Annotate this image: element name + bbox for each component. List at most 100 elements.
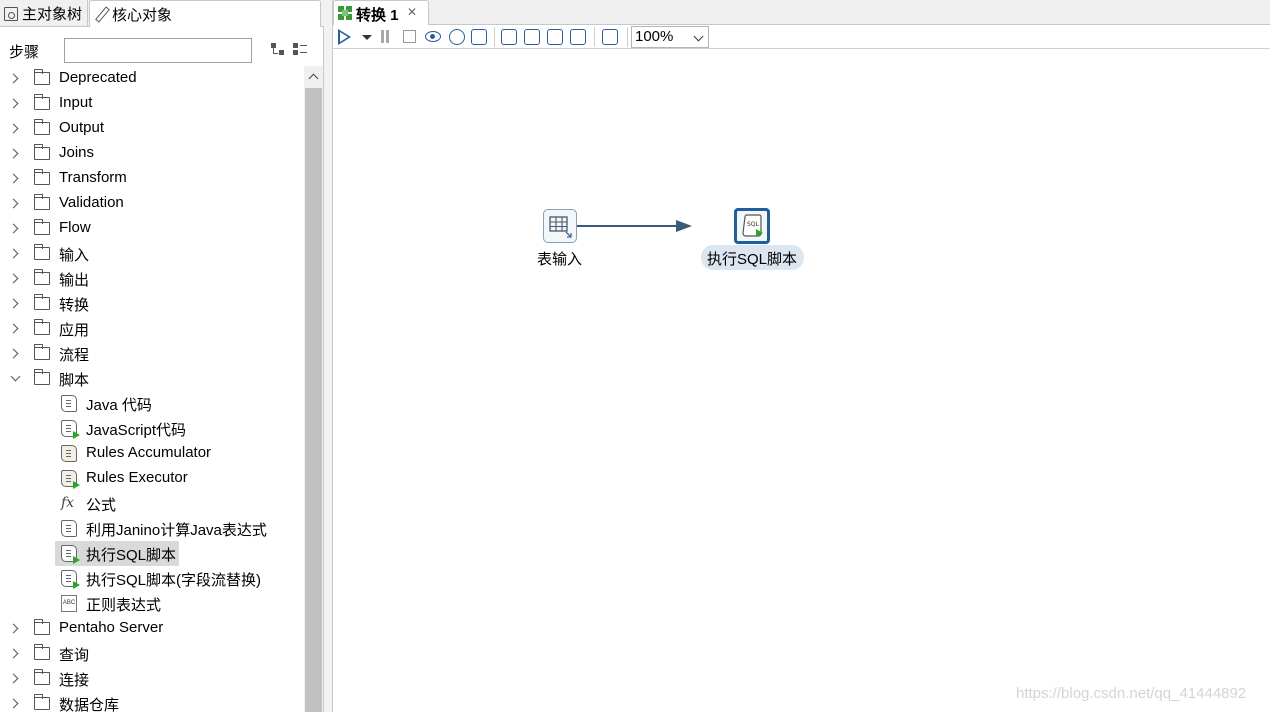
tree-folder[interactable]: Validation bbox=[0, 191, 304, 216]
stop-icon[interactable] bbox=[403, 30, 416, 43]
show-results-icon[interactable] bbox=[602, 29, 618, 45]
verify-icon[interactable] bbox=[501, 29, 517, 45]
impact-analysis-icon[interactable] bbox=[524, 29, 540, 45]
tree-folder[interactable]: 流程 bbox=[0, 341, 304, 366]
tree-item-label: 应用 bbox=[59, 322, 90, 339]
tree-item-label: 执行SQL脚本 bbox=[86, 547, 177, 564]
tree-scrollbar[interactable] bbox=[304, 66, 323, 712]
scroll-icon bbox=[61, 520, 77, 537]
steps-label: 步骤 bbox=[9, 44, 40, 61]
tree-folder[interactable]: 查询 bbox=[0, 641, 304, 666]
chevron-right-icon[interactable] bbox=[10, 249, 20, 259]
folder-icon bbox=[33, 294, 50, 310]
tree-folder[interactable]: Input bbox=[0, 91, 304, 116]
tree-folder[interactable]: 连接 bbox=[0, 666, 304, 691]
tree-step-item[interactable]: Java 代码 bbox=[0, 391, 304, 416]
script-run-icon bbox=[61, 420, 80, 439]
collapse-all-icon[interactable] bbox=[292, 42, 308, 56]
run-icon[interactable] bbox=[338, 29, 351, 45]
tree-item-label: 公式 bbox=[86, 497, 117, 514]
run-options-dropdown-icon[interactable] bbox=[362, 35, 372, 40]
replay-icon[interactable] bbox=[471, 29, 487, 45]
chevron-right-icon[interactable] bbox=[10, 99, 20, 109]
scroll-up-icon[interactable] bbox=[308, 72, 318, 82]
zoom-select[interactable]: 100% bbox=[631, 26, 709, 48]
tab-main-object-tree[interactable]: 主对象树 bbox=[0, 0, 88, 27]
panel-splitter[interactable] bbox=[324, 0, 333, 712]
chevron-right-icon[interactable] bbox=[10, 174, 20, 184]
folder-icon bbox=[33, 644, 50, 660]
tree-folder[interactable]: Pentaho Server bbox=[0, 616, 304, 641]
tree-step-item[interactable]: 执行SQL脚本 bbox=[0, 541, 304, 566]
folder-icon bbox=[33, 319, 50, 335]
document-icon bbox=[4, 6, 18, 21]
explore-database-icon[interactable] bbox=[570, 29, 586, 45]
preview-icon[interactable] bbox=[425, 31, 441, 42]
close-icon[interactable]: ✕ bbox=[407, 5, 417, 19]
tree-step-item[interactable]: 利用Janino计算Java表达式 bbox=[0, 516, 304, 541]
search-input[interactable] bbox=[64, 38, 252, 63]
scrollbar-thumb[interactable] bbox=[305, 88, 322, 712]
tree-step-item[interactable]: Rules Accumulator bbox=[0, 441, 304, 466]
sql-generate-icon[interactable] bbox=[547, 29, 563, 45]
editor-area: 转换 1 ✕ 100% 表输入 SQL 执行SQL脚本 https://blog… bbox=[333, 0, 1270, 712]
editor-tab-bar: 转换 1 ✕ bbox=[333, 0, 1270, 25]
tree-folder[interactable]: 应用 bbox=[0, 316, 304, 341]
chevron-right-icon[interactable] bbox=[10, 74, 20, 84]
tree-step-item[interactable]: Rules Executor bbox=[0, 466, 304, 491]
expand-all-icon[interactable] bbox=[270, 42, 286, 56]
tab-transformation-1[interactable]: 转换 1 ✕ bbox=[333, 0, 429, 25]
tree-folder[interactable]: 输入 bbox=[0, 241, 304, 266]
pause-icon[interactable] bbox=[380, 30, 391, 43]
tree-folder[interactable]: 输出 bbox=[0, 266, 304, 291]
tree-folder[interactable]: 脚本 bbox=[0, 366, 304, 391]
folder-icon bbox=[33, 94, 50, 110]
tree-item-label: JavaScript代码 bbox=[86, 422, 187, 439]
chevron-right-icon[interactable] bbox=[10, 674, 20, 684]
chevron-right-icon[interactable] bbox=[10, 274, 20, 284]
tree-item-label: 输入 bbox=[59, 247, 90, 264]
tree-step-item[interactable]: JavaScript代码 bbox=[0, 416, 304, 441]
tree-step-item[interactable]: fx 公式 bbox=[0, 491, 304, 516]
tree-item-label: 正则表达式 bbox=[86, 597, 162, 614]
tab-label: 核心对象 bbox=[112, 6, 173, 24]
tree-folder[interactable]: Deprecated bbox=[0, 66, 304, 91]
chevron-right-icon[interactable] bbox=[10, 699, 20, 709]
sql-run-icon bbox=[61, 545, 80, 564]
tab-label: 主对象树 bbox=[22, 6, 83, 23]
tab-core-objects[interactable]: 核心对象 bbox=[89, 0, 321, 27]
sql-script-icon[interactable]: SQL bbox=[734, 208, 770, 244]
tree-step-item[interactable]: ABC 正则表达式 bbox=[0, 591, 304, 616]
scroll-icon bbox=[61, 395, 77, 412]
chevron-right-icon[interactable] bbox=[10, 324, 20, 334]
chevron-right-icon[interactable] bbox=[10, 349, 20, 359]
chevron-down-icon[interactable] bbox=[10, 374, 20, 384]
chevron-right-icon[interactable] bbox=[10, 299, 20, 309]
table-input-icon[interactable] bbox=[543, 209, 577, 243]
debug-icon[interactable] bbox=[449, 29, 465, 45]
hop-connector[interactable] bbox=[577, 225, 683, 227]
chevron-right-icon[interactable] bbox=[10, 224, 20, 234]
chevron-right-icon[interactable] bbox=[10, 199, 20, 209]
folder-icon bbox=[33, 369, 50, 385]
tree-item-label: 数据仓库 bbox=[59, 697, 120, 712]
pencil-icon bbox=[94, 7, 108, 21]
left-panel: 主对象树 核心对象 步骤 Deprecated Input Output Joins T… bbox=[0, 0, 324, 712]
tree-item-label: 利用Janino计算Java表达式 bbox=[86, 522, 267, 539]
tree-folder[interactable]: Transform bbox=[0, 166, 304, 191]
tree-folder[interactable]: Joins bbox=[0, 141, 304, 166]
folder-icon bbox=[33, 219, 50, 235]
transformation-canvas[interactable]: 表输入 SQL 执行SQL脚本 https://blog.csdn.net/qq… bbox=[333, 49, 1270, 712]
sql-field-icon bbox=[61, 570, 80, 589]
tree-folder[interactable]: 数据仓库 bbox=[0, 691, 304, 712]
tree-item-label: Joins bbox=[59, 144, 95, 161]
chevron-right-icon[interactable] bbox=[10, 149, 20, 159]
tree-folder[interactable]: 转换 bbox=[0, 291, 304, 316]
tree-step-item[interactable]: 执行SQL脚本(字段流替换) bbox=[0, 566, 304, 591]
step-tree: Deprecated Input Output Joins Transform Valid… bbox=[0, 66, 304, 712]
tree-folder[interactable]: Flow bbox=[0, 216, 304, 241]
chevron-right-icon[interactable] bbox=[10, 124, 20, 134]
tree-folder[interactable]: Output bbox=[0, 116, 304, 141]
chevron-right-icon[interactable] bbox=[10, 649, 20, 659]
chevron-right-icon[interactable] bbox=[10, 624, 20, 634]
